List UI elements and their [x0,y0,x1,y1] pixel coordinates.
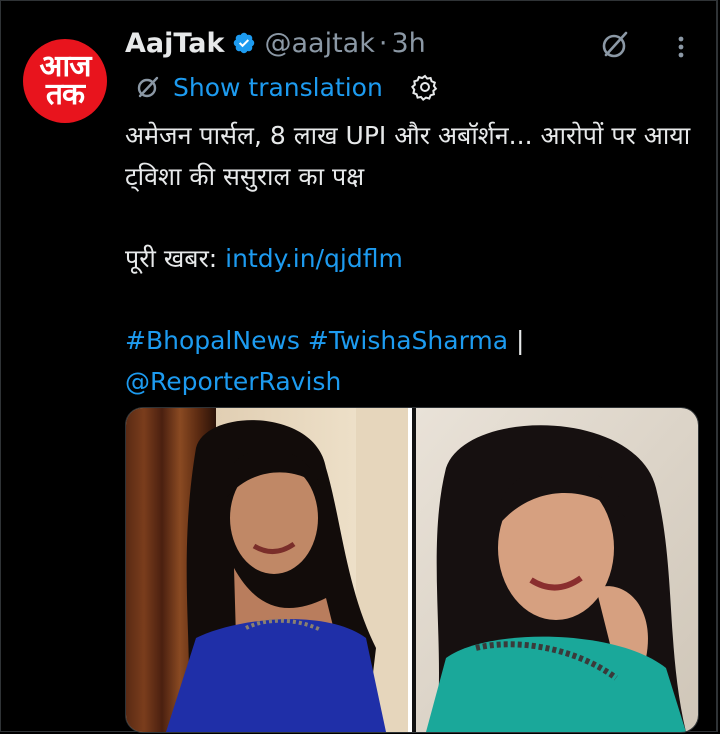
show-translation-link[interactable]: Show translation [173,73,383,102]
gear-icon[interactable] [410,73,439,101]
mention-line: @ReporterRavish [125,361,705,402]
photo-woman-teal-dress [415,408,698,732]
avatar[interactable]: आज तक [23,39,107,123]
mention-reporterravish[interactable]: @ReporterRavish [125,367,341,396]
tweet-body: अमेजन पार्सल, 8 लाख UPI और अबॉर्शन... आर… [125,115,705,402]
full-news-label: पूरी खबर: [125,244,226,273]
separator-dot: · [378,27,388,59]
grok-icon[interactable] [599,29,631,61]
media-photo-right[interactable] [415,408,698,732]
tweet-card[interactable]: आज तक AajTak @aajtak · 3h Show translati… [0,0,718,733]
media-divider [408,408,412,732]
timestamp[interactable]: 3h [391,28,425,59]
hashtag-twishasharma[interactable]: #TwishaSharma [308,326,508,355]
translation-row: Show translation [135,69,439,105]
hashtag-bhopalnews[interactable]: #BhopalNews [125,326,300,355]
tweet-headline: अमेजन पार्सल, 8 लाख UPI और अबॉर्शन... आर… [125,121,691,191]
photo-woman-blue-dress [126,408,409,732]
full-news-line: पूरी खबर: intdy.in/qjdflm [125,238,705,279]
display-name[interactable]: AajTak [125,28,224,59]
media-grid[interactable] [125,407,699,733]
media-photo-left[interactable] [126,408,409,732]
verified-badge-icon [234,32,255,54]
avatar-logo-text: आज तक [39,49,92,112]
user-handle[interactable]: @aajtak [264,28,374,59]
tweet-header: AajTak @aajtak · 3h [125,25,426,61]
pipe-separator: | [508,326,525,355]
more-options-icon[interactable] [669,31,693,63]
news-link[interactable]: intdy.in/qjdflm [225,244,403,273]
hashtags-line: #BhopalNews #TwishaSharma | [125,320,705,361]
translate-icon [137,76,159,98]
